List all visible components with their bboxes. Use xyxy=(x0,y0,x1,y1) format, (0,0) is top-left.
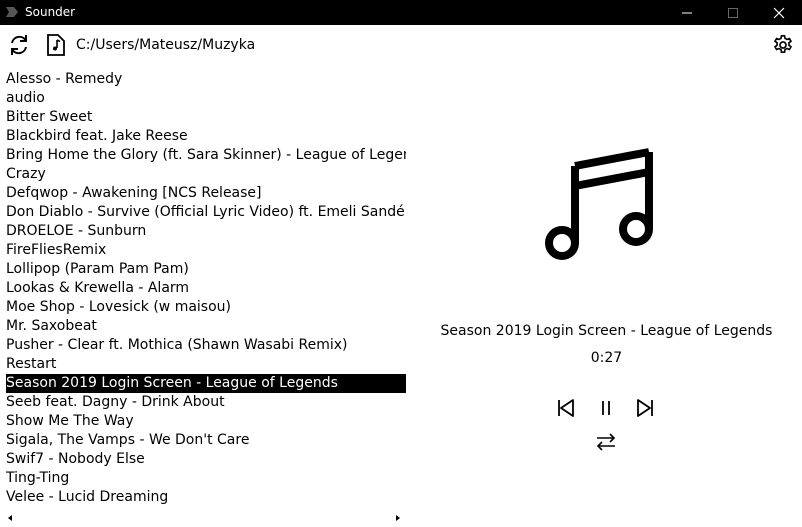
track-item[interactable]: DROELOE - Sunburn xyxy=(6,222,406,241)
minimize-icon xyxy=(682,12,692,13)
track-item[interactable]: Mr. Saxobeat xyxy=(6,317,406,336)
track-item[interactable]: Don Diablo - Survive (Official Lyric Vid… xyxy=(6,203,406,222)
scroll-right-arrow[interactable] xyxy=(396,515,400,521)
track-item[interactable]: Crazy xyxy=(6,165,406,184)
track-item[interactable]: Defqwop - Awakening [NCS Release] xyxy=(6,184,406,203)
track-item[interactable]: Restart xyxy=(6,355,406,374)
refresh-icon[interactable] xyxy=(7,33,31,57)
close-icon xyxy=(773,7,785,18)
track-item[interactable]: Sigala, The Vamps - We Don't Care xyxy=(6,431,406,450)
library-path: C:/Users/Mateusz/Muzyka xyxy=(76,37,256,53)
title-bar[interactable]: Sounder xyxy=(0,0,802,25)
track-item[interactable]: Seeb feat. Dagny - Drink About xyxy=(6,393,406,412)
maximize-button[interactable] xyxy=(710,0,756,25)
app-window: Sounder C:/Users/Mateusz/Muzyka Alesso -… xyxy=(0,0,802,527)
track-item[interactable]: Velee - Lucid Dreaming xyxy=(6,488,406,507)
track-item[interactable]: Blackbird feat. Jake Reese xyxy=(6,127,406,146)
toolbar: C:/Users/Mateusz/Muzyka xyxy=(0,25,802,65)
skip-previous-icon[interactable] xyxy=(556,398,576,418)
minimize-button[interactable] xyxy=(664,0,710,25)
window-title: Sounder xyxy=(25,5,76,19)
close-button[interactable] xyxy=(756,0,802,25)
track-item[interactable]: Lookas & Krewella - Alarm xyxy=(6,279,406,298)
scroll-left-arrow[interactable] xyxy=(8,515,12,521)
pause-icon[interactable] xyxy=(596,398,616,418)
gear-icon[interactable] xyxy=(772,34,794,56)
track-item[interactable]: Ting-Ting xyxy=(6,469,406,488)
track-item-selected[interactable]: Season 2019 Login Screen - League of Leg… xyxy=(6,374,406,393)
track-item[interactable]: Moe Shop - Lovesick (w maisou) xyxy=(6,298,406,317)
track-item[interactable]: Alesso - Remedy xyxy=(6,70,406,89)
track-item[interactable]: Swif7 - Nobody Else xyxy=(6,450,406,469)
track-item[interactable]: Lollipop (Param Pam Pam) xyxy=(6,260,406,279)
track-item[interactable]: Pusher - Clear ft. Mothica (Shawn Wasabi… xyxy=(6,336,406,355)
music-note-icon xyxy=(545,148,653,260)
track-list[interactable]: Alesso - Remedy audio Bitter Sweet Blackbir… xyxy=(0,70,411,510)
skip-next-icon[interactable] xyxy=(635,398,655,418)
maximize-icon xyxy=(728,7,738,18)
track-item[interactable]: Bring Home the Glory (ft. Sara Skinner) … xyxy=(6,146,406,165)
track-item[interactable]: audio xyxy=(6,89,406,108)
music-file-icon[interactable] xyxy=(44,33,68,57)
track-item[interactable]: FireFliesRemix xyxy=(6,241,406,260)
now-playing-title: Season 2019 Login Screen - League of Leg… xyxy=(440,323,773,339)
app-logo-icon xyxy=(6,7,18,17)
track-item[interactable]: Show Me The Way xyxy=(6,412,406,431)
horizontal-scrollbar[interactable] xyxy=(0,511,411,526)
track-item[interactable]: Bitter Sweet xyxy=(6,108,406,127)
playback-time: 0:27 xyxy=(590,350,623,366)
repeat-icon[interactable] xyxy=(595,432,617,452)
